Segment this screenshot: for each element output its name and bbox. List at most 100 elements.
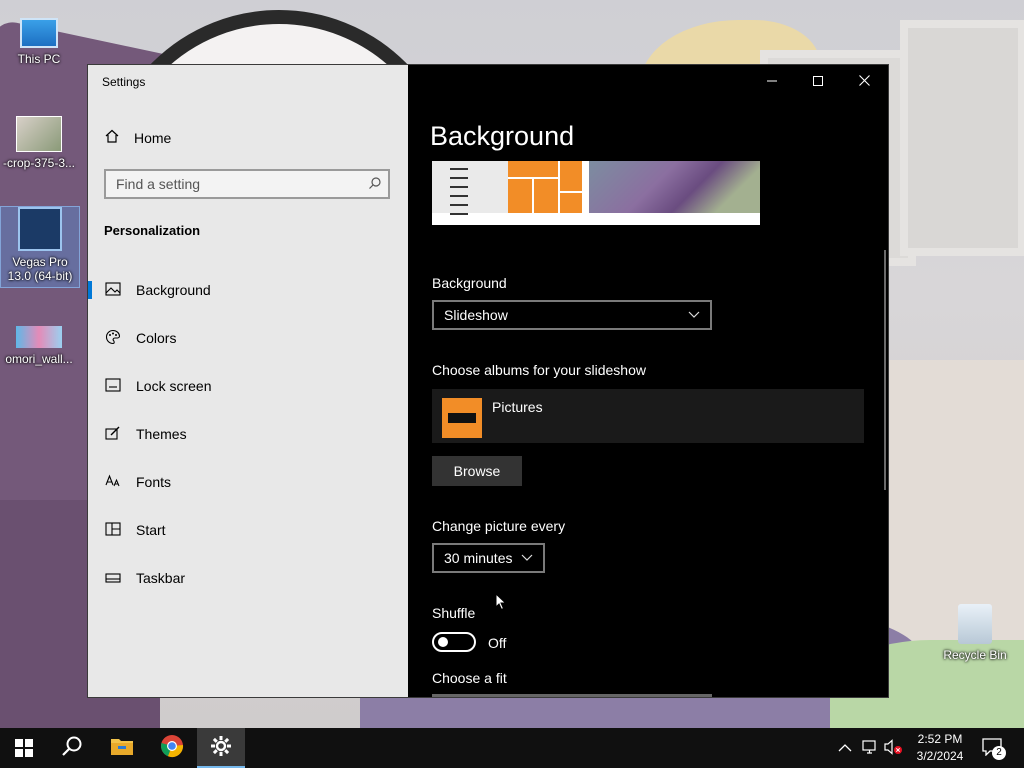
action-center-button[interactable]: 2 [982, 728, 1006, 768]
desktop-icon-label: Vegas Pro 13.0 (64-bit) [7, 255, 73, 283]
network-icon [862, 739, 880, 758]
albums-label: Choose albums for your slideshow [432, 362, 646, 378]
interval-dropdown[interactable]: 30 minutes [432, 543, 545, 573]
taskbar: 2:52 PM 3/2/2024 2 [0, 728, 1024, 768]
browse-button[interactable]: Browse [432, 456, 522, 486]
settings-taskbar-button[interactable] [197, 728, 245, 768]
chevron-down-icon [521, 551, 533, 565]
nav-item-label: Background [136, 282, 211, 298]
settings-window: Settings Home Personalization Background [88, 65, 888, 697]
desktop-icon-label: Recycle Bin [943, 648, 1007, 662]
nav-home-label: Home [134, 130, 172, 146]
chrome-icon [160, 734, 184, 763]
nav-item-lock-screen[interactable]: Lock screen [88, 368, 408, 404]
active-indicator [88, 329, 92, 347]
folder-icon [442, 398, 482, 438]
page-title: Background [430, 121, 575, 151]
palette-icon [104, 329, 122, 348]
desktop-icon-image-file[interactable]: -crop-375-3... [0, 116, 78, 170]
window-title: Settings [102, 75, 146, 89]
nav-item-label: Themes [136, 426, 187, 442]
background-label: Background [432, 275, 507, 291]
active-indicator [88, 281, 92, 299]
settings-icon [210, 735, 232, 762]
recycle-bin-icon [958, 604, 992, 644]
image-thumbnail-icon [16, 116, 62, 152]
file-explorer-button[interactable] [98, 728, 146, 768]
scrollbar-thumb[interactable] [884, 250, 886, 490]
preview-wallpaper [589, 161, 760, 213]
chrome-button[interactable] [148, 728, 196, 768]
lock-screen-icon [104, 377, 122, 395]
desktop-icon-this-pc[interactable]: This PC [0, 12, 78, 66]
album-item-pictures[interactable]: Pictures [432, 389, 864, 443]
fonts-icon [104, 473, 122, 492]
chevron-down-icon [688, 308, 700, 322]
clock-date: 3/2/2024 [916, 749, 964, 763]
dropdown-value: 30 minutes [444, 550, 513, 566]
dropdown-value: Slideshow [444, 307, 508, 323]
clock[interactable]: 2:52 PM 3/2/2024 [906, 731, 974, 765]
toggle-knob [438, 637, 448, 647]
nav-item-label: Fonts [136, 474, 172, 490]
fit-label: Choose a fit [432, 670, 507, 686]
nav-home[interactable]: Home [104, 127, 171, 149]
volume-muted-icon [884, 738, 904, 758]
active-indicator [88, 569, 92, 587]
nav-item-label: Start [136, 522, 166, 538]
image-thumbnail-icon [16, 326, 62, 348]
desktop-icon-label: -crop-375-3... [2, 156, 76, 170]
start-icon [104, 521, 122, 539]
search-container [104, 169, 390, 199]
notification-icon: 2 [982, 738, 1006, 760]
background-type-dropdown[interactable]: Slideshow [432, 300, 712, 330]
album-name: Pictures [492, 399, 543, 415]
clock-time: 2:52 PM [917, 732, 963, 746]
show-hidden-icons-button[interactable] [838, 728, 852, 768]
shuffle-toggle[interactable] [432, 632, 476, 652]
settings-sidebar: Settings Home Personalization Background [88, 65, 408, 697]
themes-icon [104, 425, 122, 444]
nav-item-themes[interactable]: Themes [88, 416, 408, 452]
active-indicator [88, 377, 92, 395]
file-explorer-icon [110, 736, 134, 761]
film-icon [18, 207, 62, 251]
background-preview [432, 161, 760, 225]
preview-start-menu [432, 161, 508, 215]
volume-button[interactable] [884, 728, 904, 768]
home-icon [104, 128, 120, 148]
windows-logo-icon [15, 739, 33, 757]
desktop-icon-vegas-pro[interactable]: Vegas Pro 13.0 (64-bit) [0, 206, 80, 288]
wallpaper-shape [900, 20, 1024, 256]
network-button[interactable] [862, 728, 880, 768]
desktop-icon-omori-wallpaper[interactable]: omori_wall... [0, 314, 78, 366]
nav-item-start[interactable]: Start [88, 512, 408, 548]
chevron-up-icon [838, 741, 852, 756]
picture-icon [104, 281, 122, 299]
nav-item-fonts[interactable]: Fonts [88, 464, 408, 500]
start-button[interactable] [0, 728, 48, 768]
nav-item-label: Taskbar [136, 570, 186, 586]
nav-item-taskbar[interactable]: Taskbar [88, 560, 408, 596]
desktop-icon-label: omori_wall... [5, 352, 73, 366]
desktop-icon-recycle-bin[interactable]: Recycle Bin [936, 604, 1014, 662]
nav-item-background[interactable]: Background [88, 272, 408, 308]
fit-dropdown-edge[interactable] [432, 694, 712, 697]
nav-item-label: Colors [136, 330, 177, 346]
nav-item-label: Lock screen [136, 378, 212, 394]
active-indicator [88, 521, 92, 539]
desktop-icon-label: This PC [17, 52, 61, 66]
interval-label: Change picture every [432, 518, 566, 534]
search-icon [61, 735, 83, 762]
shuffle-state: Off [488, 635, 507, 651]
taskbar-search-button[interactable] [48, 728, 96, 768]
section-title: Personalization [104, 223, 201, 238]
mouse-cursor-icon [495, 593, 507, 611]
nav-item-colors[interactable]: Colors [88, 320, 408, 356]
computer-icon [20, 18, 58, 48]
active-indicator [88, 425, 92, 443]
settings-content: Background Background Slideshow Choose a… [408, 65, 888, 697]
notification-count: 2 [992, 746, 1006, 760]
search-input[interactable] [106, 171, 356, 197]
taskbar-icon [104, 570, 122, 586]
